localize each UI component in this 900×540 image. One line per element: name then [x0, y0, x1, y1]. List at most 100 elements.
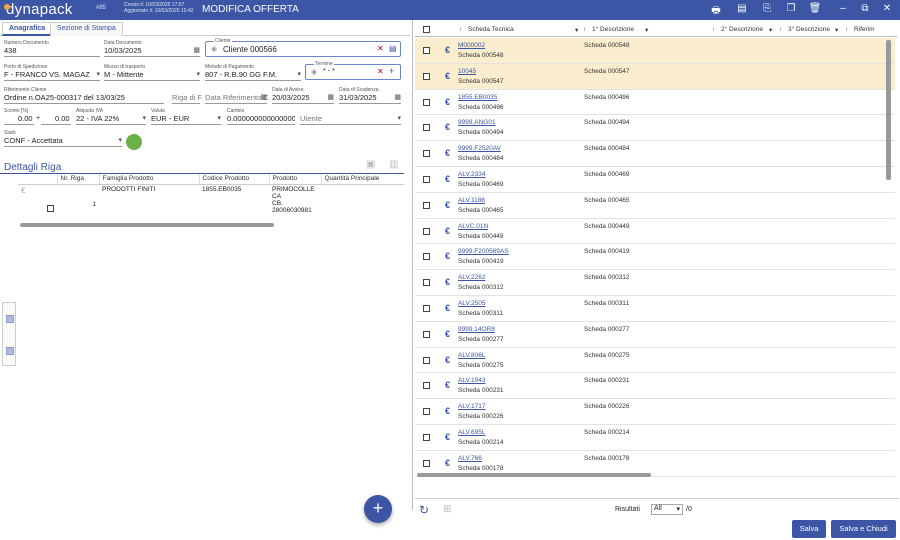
- table-row[interactable]: € ALV.1717 Scheda 000226 Scheda 000226: [415, 399, 895, 425]
- print-list-icon[interactable]: ▤: [735, 3, 749, 14]
- sconto-field-1[interactable]: Sconto [%] 0.00: [4, 108, 34, 125]
- side-panel-toggle[interactable]: [2, 302, 16, 366]
- table-row[interactable]: € ALV.1943 Scheda 000231 Scheda 000231: [415, 373, 895, 400]
- valuta-field[interactable]: Valuta EUR - EUR ▾: [151, 108, 221, 125]
- dropdown-icon[interactable]: ▾: [217, 114, 221, 122]
- risultati-select[interactable]: All ▾: [651, 504, 683, 515]
- riga-field[interactable]: Riga di F: [172, 87, 202, 104]
- col-nr-riga[interactable]: Nr. Riga: [56, 174, 99, 185]
- dropdown-icon[interactable]: ▾: [297, 70, 301, 78]
- calendar-icon[interactable]: ▦: [260, 93, 267, 101]
- scheda-code-link[interactable]: 9999.ANG01: [458, 119, 496, 126]
- table-row[interactable]: € M000002 Scheda 000548 Scheda 000548: [415, 38, 895, 64]
- euro-icon[interactable]: €: [445, 148, 450, 158]
- row-checkbox[interactable]: [423, 124, 430, 132]
- table-row[interactable]: €9999.F2520AV Scheda 000484 Scheda 000484: [415, 141, 895, 167]
- aliquota-field[interactable]: Aliquota IVA 22 - IVA 22% ▾: [76, 108, 146, 125]
- row-checkbox[interactable]: [423, 356, 430, 364]
- table-row[interactable]: € ALV.2334 Scheda 000469 Scheda 000469: [415, 167, 895, 193]
- select-all-checkbox[interactable]: [423, 26, 430, 33]
- table-row[interactable]: €10045 Scheda 000547 Scheda 000547: [415, 63, 895, 90]
- horizontal-scrollbar[interactable]: [20, 223, 274, 227]
- euro-icon[interactable]: €: [445, 432, 450, 442]
- euro-icon[interactable]: €: [445, 45, 450, 55]
- table-row[interactable]: € ALV.2262 Scheda 000312 Scheda 000312: [415, 270, 895, 296]
- data-scadenza-field[interactable]: Data di Scadenza 31/03/2025 ▦: [339, 87, 401, 104]
- euro-icon[interactable]: €: [445, 329, 450, 339]
- euro-icon[interactable]: €: [445, 303, 450, 313]
- filter-icon[interactable]: ▾: [575, 26, 578, 34]
- stato-field[interactable]: Stato CONF - Accettata ▾: [4, 130, 122, 147]
- dropdown-icon[interactable]: ▾: [142, 114, 146, 122]
- minimize-icon[interactable]: –: [836, 3, 850, 14]
- dropdown-icon[interactable]: ▾: [96, 70, 100, 78]
- row-checkbox[interactable]: [423, 227, 430, 235]
- table-row[interactable]: € ALVC.01N Scheda 000449 Scheda 000449: [415, 219, 895, 245]
- termine-field[interactable]: Termine ◉ * - * ✕ +: [305, 61, 401, 80]
- scheda-code-link[interactable]: 10045: [458, 68, 476, 75]
- col-descrizione-3[interactable]: 3° Descrizione: [788, 26, 830, 33]
- table-row[interactable]: €9999.ANG01 Scheda 000494 Scheda 000494: [415, 115, 895, 142]
- col-descrizione-2[interactable]: 2° Descrizione: [721, 26, 763, 33]
- dropdown-icon[interactable]: ▾: [118, 136, 122, 144]
- row-checkbox[interactable]: [423, 305, 430, 312]
- filter-icon[interactable]: ▾: [769, 26, 772, 34]
- data-avviso-field[interactable]: Data di Avviso 20/03/2025 ▦: [272, 87, 334, 104]
- col-descrizione-1[interactable]: 1° Descrizione: [592, 26, 634, 33]
- sort-icon[interactable]: ↑: [583, 26, 586, 33]
- col-scheda-tecnica[interactable]: Scheda Tecnica: [468, 26, 514, 33]
- euro-icon[interactable]: €: [445, 174, 450, 184]
- scheda-code-link[interactable]: 9999.F2520AV: [458, 145, 501, 152]
- scheda-code-link[interactable]: 9999.14OR8: [458, 326, 495, 333]
- table-row[interactable]: € 1 PRODOTTI FINITI 1855.EB0035 PRIMOCOL…: [18, 184, 404, 215]
- scheda-code-link[interactable]: ALV.695L: [458, 429, 485, 436]
- row-checkbox[interactable]: [423, 434, 430, 441]
- calendar-icon[interactable]: ▦: [193, 46, 200, 54]
- dropdown-icon[interactable]: ▾: [397, 114, 401, 122]
- euro-icon[interactable]: €: [445, 458, 450, 468]
- data-riferimento-field[interactable]: Data Riferimento C ▦: [205, 87, 269, 104]
- cambio-field[interactable]: Cambio 0.000000000000000: [227, 108, 295, 125]
- col-codice[interactable]: Codice Prodotto: [198, 174, 269, 185]
- row-checkbox[interactable]: [423, 459, 430, 467]
- clear-icon[interactable]: ✕: [377, 44, 384, 53]
- calendar-icon[interactable]: ▦: [327, 93, 334, 101]
- sconto-field-2[interactable]: 0.00: [41, 108, 71, 125]
- attach-icon[interactable]: ⎘: [760, 3, 774, 14]
- camera-icon[interactable]: ▣: [366, 159, 375, 170]
- row-checkbox[interactable]: [423, 98, 430, 106]
- tab-sezione-stampa[interactable]: Sezione di Stampa: [50, 22, 123, 36]
- scheda-code-link[interactable]: 9999.F200569AS: [458, 248, 509, 255]
- scheda-code-link[interactable]: ALV.2505: [458, 300, 485, 307]
- euro-icon[interactable]: €: [445, 277, 450, 287]
- scheda-code-link[interactable]: ALV.1186: [458, 197, 485, 204]
- scheda-code-link[interactable]: M000002: [458, 42, 485, 49]
- col-quantita[interactable]: Quantità Principale: [320, 174, 404, 185]
- porto-field[interactable]: Porto di Spedizione F - FRANCO VS. MAGAZ…: [4, 64, 100, 81]
- copy-icon[interactable]: ❐: [784, 3, 798, 14]
- utente-field[interactable]: Utente ▾: [300, 108, 401, 125]
- row-checkbox[interactable]: [47, 204, 54, 212]
- vertical-scrollbar[interactable]: [886, 40, 891, 180]
- col-riferimento[interactable]: Riferim: [854, 26, 875, 33]
- col-prodotto[interactable]: Prodotto: [268, 174, 321, 185]
- scheda-code-link[interactable]: ALVC.01N: [458, 223, 488, 230]
- row-checkbox[interactable]: [423, 279, 430, 287]
- row-checkbox[interactable]: [423, 330, 430, 338]
- sort-icon[interactable]: ↑: [459, 26, 462, 33]
- table-row[interactable]: € ALV.695L Scheda 000214 Scheda 000214: [415, 425, 895, 451]
- filter-icon[interactable]: ▾: [835, 26, 838, 34]
- row-checkbox[interactable]: [423, 176, 430, 183]
- scheda-code-link[interactable]: ALV.2262: [458, 274, 485, 281]
- euro-icon[interactable]: €: [445, 380, 450, 390]
- euro-icon[interactable]: €: [445, 406, 450, 416]
- euro-icon[interactable]: €: [445, 200, 450, 210]
- clear-icon[interactable]: ✕: [377, 67, 384, 76]
- metodo-field[interactable]: Metodo di Pagamento 807 - R.B.90 GG F.M.…: [205, 64, 301, 81]
- table-row[interactable]: €9999.14OR8 Scheda 000277 Scheda 000277: [415, 322, 895, 348]
- table-row[interactable]: € ALV.806L Scheda 000275 Scheda 000275: [415, 348, 895, 374]
- row-checkbox[interactable]: [423, 150, 430, 158]
- table-row[interactable]: €1855.EB0035 Scheda 000496 Scheda 000496: [415, 90, 895, 116]
- lookup-icon[interactable]: ▤: [389, 44, 397, 53]
- euro-icon[interactable]: €: [445, 122, 450, 132]
